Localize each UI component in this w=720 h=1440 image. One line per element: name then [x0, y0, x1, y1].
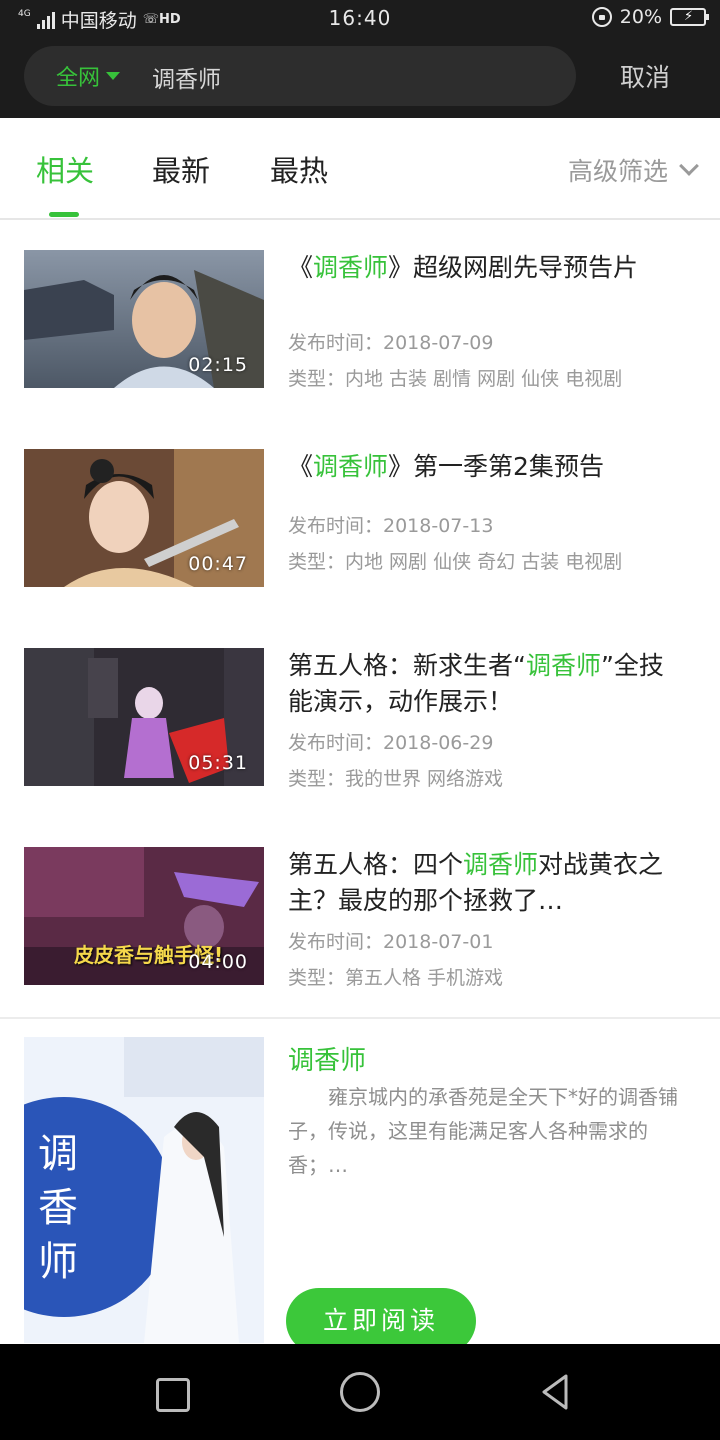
video-thumbnail[interactable]: 05:31	[24, 648, 264, 786]
title-prefix: 《	[288, 253, 314, 282]
video-duration: 02:15	[188, 354, 248, 376]
video-type: 类型：我的世界 网络游戏	[288, 768, 504, 790]
video-result[interactable]: 皮皮香与触手怪! 04:00 第五人格：四个调香师对战黄衣之主？最皮的那个拯救了…	[0, 847, 720, 989]
tab-hottest[interactable]: 最热	[270, 148, 328, 190]
tab-related[interactable]: 相关	[36, 148, 94, 190]
title-highlight: 调香师	[463, 850, 539, 879]
rotation-lock-icon	[591, 7, 612, 27]
active-tab-indicator	[49, 212, 79, 217]
search-scope-label: 全网	[56, 66, 101, 91]
video-duration: 04:00	[188, 951, 248, 973]
book-cover-title: 调香师	[38, 1131, 78, 1285]
book-description: 雍京城内的承香苑是全天下*好的调香铺子，传说，这里有能满足客人各种需求的香；…	[288, 1085, 678, 1177]
caret-down-icon	[106, 72, 121, 80]
back-icon[interactable]	[536, 1370, 580, 1414]
cancel-button[interactable]: 取消	[620, 58, 670, 94]
video-title[interactable]: 《调香师》超级网剧先导预告片	[288, 250, 688, 286]
result-tabs: 相关 最新 最热 高级筛选	[0, 118, 720, 220]
title-suffix: 》超级网剧先导预告片	[388, 253, 639, 282]
section-divider	[0, 1017, 720, 1019]
advanced-filter-button[interactable]: 高级筛选	[567, 152, 699, 188]
publish-date: 发布时间：2018-07-13	[288, 515, 494, 537]
video-thumbnail[interactable]: 00:47	[24, 449, 264, 587]
home-icon[interactable]	[338, 1370, 382, 1414]
search-scope-dropdown[interactable]: 全网	[56, 60, 121, 92]
status-bar: 4G 中国移动 ☏HD 16:40 20% ⚡	[0, 0, 720, 36]
video-thumbnail[interactable]: 皮皮香与触手怪! 04:00	[24, 847, 264, 985]
top-bar: 4G 中国移动 ☏HD 16:40 20% ⚡ 全网 调香师 取消	[0, 0, 720, 118]
battery-percent: 20%	[619, 6, 662, 28]
video-result[interactable]: 00:47 《调香师》第一季第2集预告 发布时间：2018-07-13 类型：内…	[0, 449, 720, 589]
status-right: 20% ⚡	[591, 6, 709, 28]
video-title[interactable]: 第五人格：四个调香师对战黄衣之主？最皮的那个拯救了…	[288, 847, 688, 919]
video-type: 类型：第五人格 手机游戏	[288, 967, 504, 989]
video-result[interactable]: 05:31 第五人格：新求生者“调香师”全技能演示，动作展示！ 发布时间：201…	[0, 648, 720, 790]
publish-date: 发布时间：2018-07-09	[288, 332, 494, 354]
chevron-down-icon	[679, 156, 699, 176]
video-duration: 05:31	[188, 752, 248, 774]
book-title[interactable]: 调香师	[288, 1040, 366, 1077]
advanced-filter-label: 高级筛选	[567, 157, 668, 186]
publish-date: 发布时间：2018-06-29	[288, 732, 494, 754]
search-input[interactable]: 调香师	[152, 60, 221, 94]
video-title[interactable]: 《调香师》第一季第2集预告	[288, 449, 688, 485]
title-prefix: 第五人格：新求生者“	[288, 651, 526, 680]
tab-newest[interactable]: 最新	[152, 148, 210, 190]
video-type: 类型：内地 古装 剧情 网剧 仙侠 电视剧	[288, 368, 623, 390]
video-result[interactable]: 02:15 《调香师》超级网剧先导预告片 发布时间：2018-07-09 类型：…	[0, 250, 720, 390]
recents-icon[interactable]	[148, 1370, 192, 1414]
title-highlight: 调香师	[313, 253, 389, 282]
video-title[interactable]: 第五人格：新求生者“调香师”全技能演示，动作展示！	[288, 648, 688, 720]
title-highlight: 调香师	[525, 651, 601, 680]
battery-icon: ⚡	[670, 8, 709, 26]
title-highlight: 调香师	[313, 452, 389, 481]
search-box[interactable]: 全网 调香师	[24, 46, 576, 106]
title-suffix: 》第一季第2集预告	[388, 452, 604, 481]
title-prefix: 第五人格：四个	[288, 850, 464, 879]
system-nav-bar	[0, 1344, 720, 1440]
title-prefix: 《	[288, 452, 314, 481]
video-duration: 00:47	[188, 553, 248, 575]
book-cover[interactable]: 调香师	[24, 1037, 264, 1343]
video-type: 类型：内地 网剧 仙侠 奇幻 古装 电视剧	[288, 551, 623, 573]
video-thumbnail[interactable]: 02:15	[24, 250, 264, 388]
publish-date: 发布时间：2018-07-01	[288, 931, 494, 953]
